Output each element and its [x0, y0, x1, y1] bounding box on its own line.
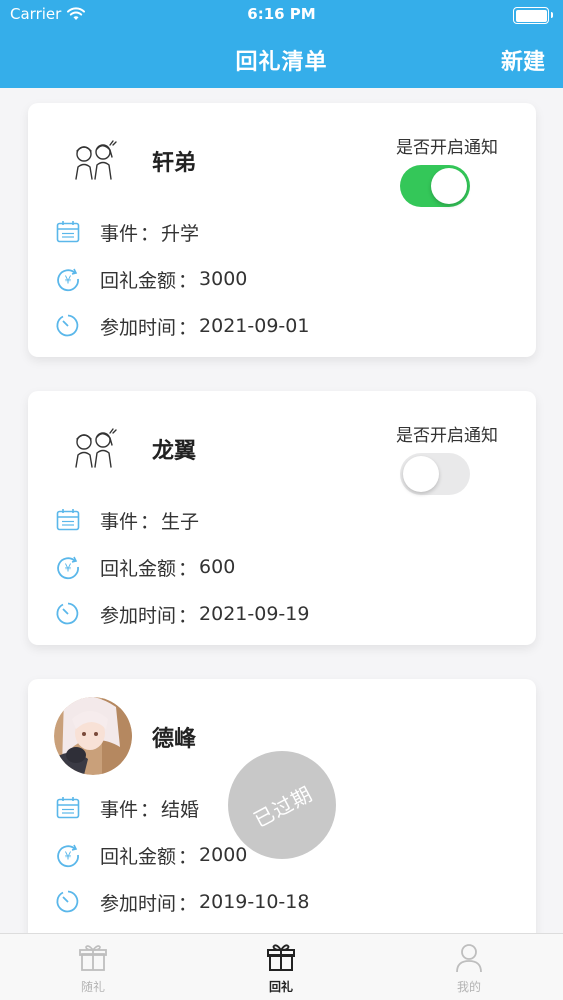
notify-label: 是否开启通知	[396, 138, 498, 158]
colon: ：	[178, 316, 198, 339]
calendar-icon	[54, 794, 82, 822]
notify-label: 是否开启通知	[396, 426, 498, 446]
return-gift-card[interactable]: 德峰 事件：结婚 ¥ 回礼金额： 2000 参加时间： 2019-10-18 已过期	[28, 679, 536, 959]
tab-mine-label: 我的	[456, 980, 481, 994]
event-label: 事件	[100, 510, 139, 533]
timer-icon	[54, 312, 82, 340]
colon: ：	[178, 557, 198, 580]
event-row: 事件：生子	[54, 505, 199, 535]
svg-text:¥: ¥	[65, 274, 72, 287]
event-row: 事件：升学	[54, 217, 199, 247]
person-name: 轩弟	[152, 151, 197, 176]
calendar-icon	[54, 218, 82, 246]
tab-mine[interactable]: 我的	[409, 942, 529, 1000]
amount-value: 600	[199, 556, 236, 578]
money-icon: ¥	[54, 841, 82, 869]
svg-text:¥: ¥	[65, 562, 72, 575]
colon: ：	[178, 892, 198, 915]
date-value: 2021-09-01	[199, 315, 310, 337]
colon: ：	[140, 798, 160, 821]
colon: ：	[178, 604, 198, 627]
navigation-header: Carrier 6:16 PM 回礼清单 新建	[0, 0, 563, 88]
amount-value: 2000	[199, 844, 248, 866]
date-value: 2019-10-18	[199, 891, 310, 913]
person-name: 龙翼	[152, 439, 197, 464]
event-row: 事件：结婚	[54, 793, 199, 823]
date-row: 参加时间： 2021-09-19	[54, 599, 309, 629]
tab-give-gift-label: 随礼	[80, 980, 105, 994]
date-label: 参加时间	[100, 316, 177, 339]
person-icon	[456, 944, 482, 973]
event-label: 事件	[100, 222, 139, 245]
colon: ：	[178, 269, 198, 292]
date-row: 参加时间： 2021-09-01	[54, 311, 309, 341]
new-button[interactable]: 新建	[501, 44, 545, 76]
amount-value: 3000	[199, 268, 248, 290]
notify-toggle[interactable]	[400, 165, 470, 207]
timer-icon	[54, 888, 82, 916]
tab-return-gift[interactable]: 回礼	[221, 942, 341, 1000]
page-title: 回礼清单	[235, 50, 328, 75]
amount-label: 回礼金额	[100, 845, 177, 868]
notify-toggle[interactable]	[400, 453, 470, 495]
person-name: 德峰	[152, 727, 197, 752]
calendar-icon	[54, 506, 82, 534]
tab-give-gift[interactable]: 随礼	[33, 942, 153, 1000]
date-row: 参加时间： 2019-10-18	[54, 887, 309, 917]
colon: ：	[140, 510, 160, 533]
battery-icon	[513, 7, 553, 24]
status-bar: Carrier 6:16 PM	[0, 0, 563, 30]
date-label: 参加时间	[100, 892, 177, 915]
couple-sketch-icon	[54, 409, 132, 487]
money-icon: ¥	[54, 553, 82, 581]
amount-label: 回礼金额	[100, 557, 177, 580]
amount-row: ¥ 回礼金额： 2000	[54, 840, 247, 870]
timer-icon	[54, 600, 82, 628]
amount-row: ¥ 回礼金额： 3000	[54, 264, 247, 294]
anime-girl-avatar	[54, 697, 132, 775]
event-value: 生子	[161, 510, 200, 533]
colon: ：	[140, 222, 160, 245]
date-value: 2021-09-19	[199, 603, 310, 625]
event-value: 结婚	[161, 798, 200, 821]
event-label: 事件	[100, 798, 139, 821]
gift-box-icon	[79, 945, 107, 971]
money-icon: ¥	[54, 265, 82, 293]
amount-label: 回礼金额	[100, 269, 177, 292]
status-time: 6:16 PM	[247, 5, 316, 23]
event-value: 升学	[161, 222, 200, 245]
couple-sketch-icon	[54, 121, 132, 199]
gift-icon	[267, 944, 295, 971]
amount-row: ¥ 回礼金额： 600	[54, 552, 235, 582]
expired-badge-label: 已过期	[249, 780, 317, 832]
tab-return-gift-label: 回礼	[268, 980, 293, 994]
tab-bar: 随礼 回礼 我的	[0, 933, 563, 1000]
return-gift-card[interactable]: 龙翼 是否开启通知 事件：生子 ¥ 回礼金额： 600 参加时间： 2021-09-…	[28, 391, 536, 645]
date-label: 参加时间	[100, 604, 177, 627]
colon: ：	[178, 845, 198, 868]
return-gift-card[interactable]: 轩弟 是否开启通知 事件：升学 ¥ 回礼金额： 3000 参加时间： 2021-09…	[28, 103, 536, 357]
expired-badge: 已过期	[228, 751, 336, 859]
svg-text:¥: ¥	[65, 850, 72, 863]
